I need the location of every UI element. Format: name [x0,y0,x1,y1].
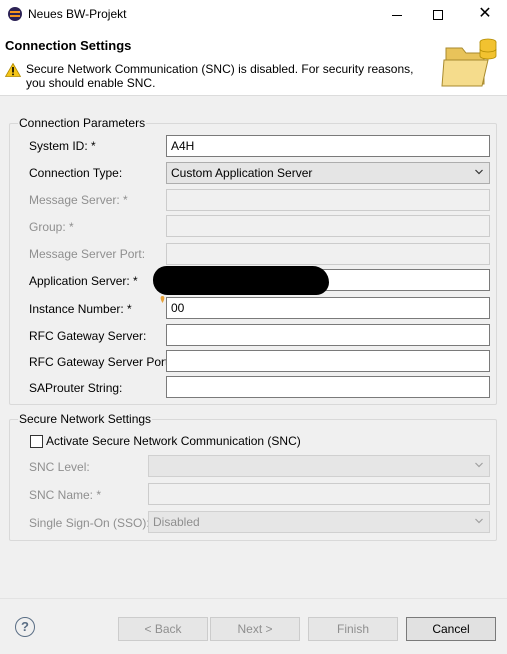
redaction-mark [153,266,329,295]
sso-select[interactable]: Disabled [148,511,490,533]
warning-icon [5,63,21,77]
next-button[interactable]: Next > [210,617,300,641]
maximize-icon [433,10,443,21]
snc-name-label: SNC Name: * [29,488,102,502]
message-server-port-label: Message Server Port: [29,247,146,261]
saprouter-string-input[interactable] [166,376,490,398]
minimize-button[interactable] [375,0,419,30]
connection-parameters-legend: Connection Parameters [18,116,147,130]
application-server-label: Application Server: * [29,274,138,288]
activate-snc-checkbox[interactable] [30,435,43,448]
close-icon: ✕ [478,5,492,22]
system-id-label: System ID: * [29,139,96,153]
cancel-button[interactable]: Cancel [406,617,496,641]
title-bar: Neues BW-Projekt ✕ [0,0,507,30]
group-label: Group: * [29,220,74,234]
sso-value: Disabled [153,515,200,529]
rfc-gateway-server-label: RFC Gateway Server: [29,329,147,343]
sso-label: Single Sign-On (SSO): [29,516,150,530]
connection-type-value: Custom Application Server [171,166,313,180]
folder-database-icon [441,38,497,87]
connection-type-select[interactable]: Custom Application Server [166,162,490,184]
back-button[interactable]: < Back [118,617,208,641]
activate-snc-label[interactable]: Activate Secure Network Communication (S… [46,434,301,448]
group-input[interactable] [166,215,490,237]
snc-name-input[interactable] [148,483,490,505]
maximize-button[interactable] [416,0,460,30]
rfc-gateway-server-port-input[interactable] [166,350,490,372]
close-button[interactable]: ✕ [463,0,507,30]
system-id-input[interactable]: A4H [166,135,490,157]
minimize-icon [392,14,402,16]
warning-message: Secure Network Communication (SNC) is di… [26,62,414,90]
connection-type-label: Connection Type: [29,166,123,180]
snc-level-select[interactable] [148,455,490,477]
eclipse-app-icon [8,7,22,21]
chevron-down-icon [475,462,483,468]
chevron-down-icon [475,169,483,175]
message-server-label: Message Server: * [29,193,128,207]
window-title: Neues BW-Projekt [28,7,127,21]
secure-network-settings-legend: Secure Network Settings [18,412,153,426]
page-title: Connection Settings [5,38,132,53]
rfc-gateway-server-port-label: RFC Gateway Server Port: [29,355,172,369]
help-icon[interactable]: ? [15,617,35,637]
instance-number-label: Instance Number: * [29,302,132,316]
message-server-port-input[interactable] [166,243,490,265]
instance-number-input[interactable]: 00 [166,297,490,319]
button-bar-separator [0,598,507,599]
finish-button[interactable]: Finish [308,617,398,641]
wizard-header: Connection Settings Secure Network Commu… [0,30,507,96]
content-assist-hint-icon [160,296,165,303]
rfc-gateway-server-input[interactable] [166,324,490,346]
saprouter-string-label: SAProuter String: [29,381,123,395]
snc-level-label: SNC Level: [29,460,90,474]
chevron-down-icon [475,518,483,524]
message-server-input[interactable] [166,189,490,211]
